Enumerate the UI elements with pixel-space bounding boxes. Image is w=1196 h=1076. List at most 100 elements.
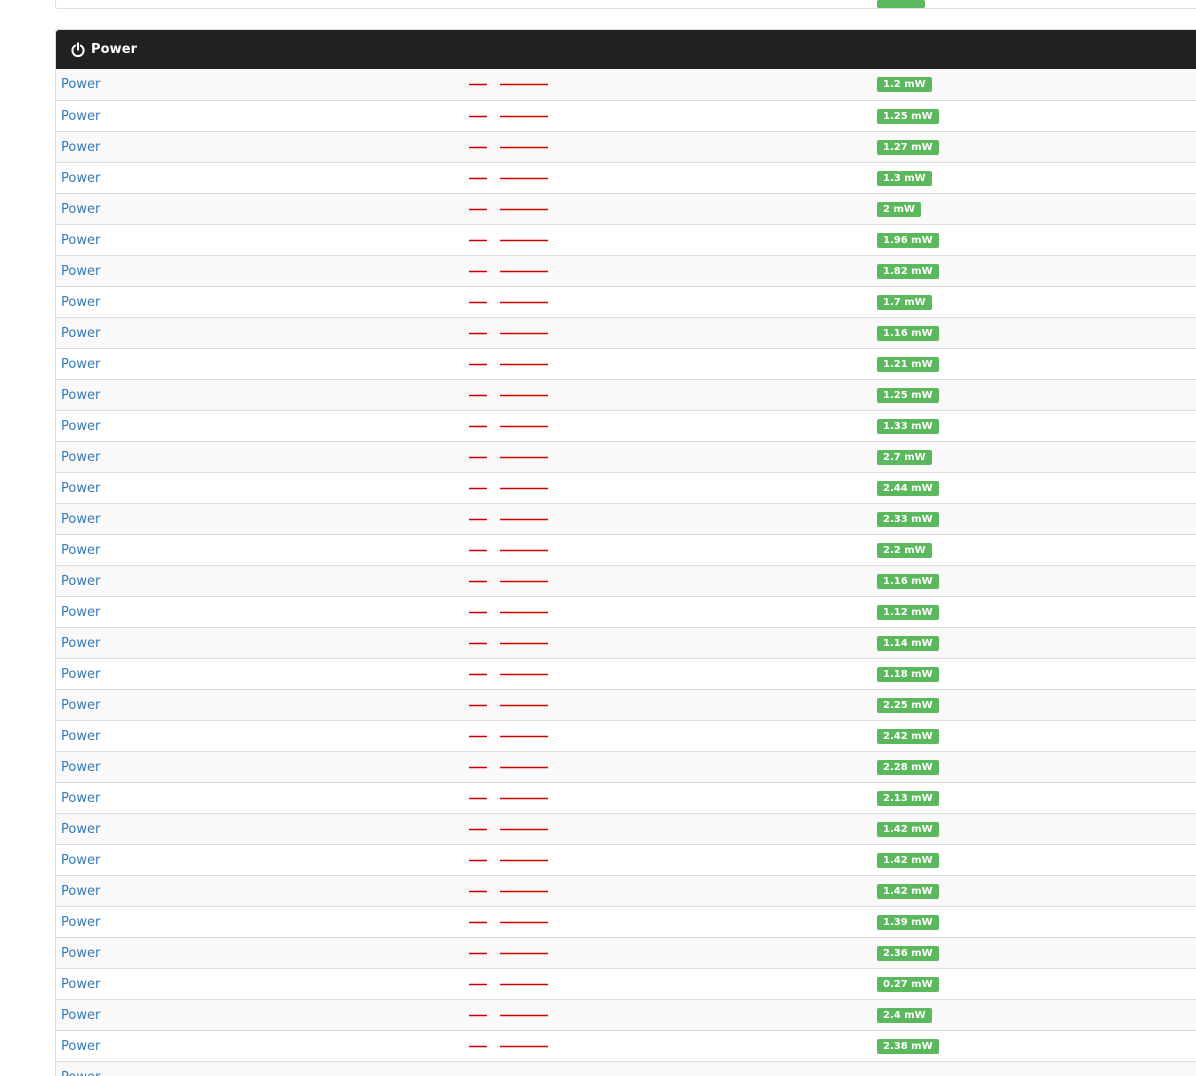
sparkline	[469, 270, 548, 273]
sensor-link[interactable]: Power	[61, 132, 100, 163]
sensor-link[interactable]: Power	[61, 287, 100, 318]
sensor-link[interactable]: Power	[61, 659, 100, 690]
sensor-link[interactable]: Power	[61, 504, 100, 535]
sensor-row: Power 1.3 mW	[56, 162, 1196, 193]
sparkline	[469, 580, 548, 583]
sensor-link[interactable]: Power	[61, 566, 100, 597]
sparkline	[469, 518, 548, 521]
sensor-link[interactable]: Power	[61, 225, 100, 256]
sensor-row: Power	[56, 1061, 1196, 1076]
sparkline	[469, 921, 548, 924]
sensor-link[interactable]: Power	[61, 69, 100, 100]
sparkline	[469, 115, 548, 118]
sensor-link[interactable]: Power	[61, 442, 100, 473]
sensor-link[interactable]: Power	[61, 535, 100, 566]
sensor-link[interactable]: Power	[61, 101, 100, 132]
value-badge: 1.33 mW	[877, 419, 939, 434]
sensor-link[interactable]: Power	[61, 1031, 100, 1062]
sparkline	[469, 611, 548, 614]
value-badge: 1.42 mW	[877, 822, 939, 837]
value-badge: 1.3 mW	[877, 171, 932, 186]
value-badge: 1.27 mW	[877, 140, 939, 155]
sparkline	[469, 549, 548, 552]
sensor-link[interactable]: Power	[61, 752, 100, 783]
sensor-row: Power 2.44 mW	[56, 472, 1196, 503]
sensor-link[interactable]: Power	[61, 1062, 100, 1076]
sensor-row: Power 2.28 mW	[56, 751, 1196, 782]
panel-title: Power	[91, 42, 138, 57]
sparkline	[469, 146, 548, 149]
sensor-link[interactable]: Power	[61, 256, 100, 287]
sensor-row: Power 1.21 mW	[56, 348, 1196, 379]
sensor-row: Power 1.82 mW	[56, 255, 1196, 286]
sensor-link[interactable]: Power	[61, 845, 100, 876]
value-badge: 2.36 mW	[877, 946, 939, 961]
sparkline	[469, 1045, 548, 1048]
sensor-link[interactable]: Power	[61, 907, 100, 938]
sensor-link[interactable]: Power	[61, 628, 100, 659]
sensor-row: Power 2.4 mW	[56, 999, 1196, 1030]
value-badge: 1.42 mW	[877, 884, 939, 899]
sensor-row: Power 1.25 mW	[56, 379, 1196, 410]
value-badge: 1.7 mW	[877, 295, 932, 310]
sensor-link[interactable]: Power	[61, 721, 100, 752]
power-panel: Power Power 1.2 mW Power 1.25 mW Power 1.27 m…	[55, 29, 1196, 1076]
page: Power Power 1.2 mW Power 1.25 mW Power 1.27 m…	[0, 0, 1196, 1076]
sensor-row: Power 1.7 mW	[56, 286, 1196, 317]
sensor-link[interactable]: Power	[61, 1000, 100, 1031]
sensor-row: Power 1.42 mW	[56, 875, 1196, 906]
value-badge: 1.42 mW	[877, 853, 939, 868]
sparkline	[469, 208, 548, 211]
value-badge: 2.2 mW	[877, 543, 932, 558]
sensor-row: Power 2 mW	[56, 193, 1196, 224]
sensor-row: Power 1.18 mW	[56, 658, 1196, 689]
sparkline	[469, 456, 548, 459]
sparkline	[469, 425, 548, 428]
sensor-link[interactable]: Power	[61, 349, 100, 380]
sensor-link[interactable]: Power	[61, 597, 100, 628]
sensor-link[interactable]: Power	[61, 473, 100, 504]
sensor-link[interactable]: Power	[61, 814, 100, 845]
sparkline	[469, 332, 548, 335]
sensor-link[interactable]: Power	[61, 783, 100, 814]
sparkline	[469, 177, 548, 180]
sensor-link[interactable]: Power	[61, 690, 100, 721]
sensor-row: Power 1.16 mW	[56, 317, 1196, 348]
sparkline	[469, 363, 548, 366]
sensor-row: Power 2.33 mW	[56, 503, 1196, 534]
value-badge: 2.38 mW	[877, 1039, 939, 1054]
sensor-row: Power 2.36 mW	[56, 937, 1196, 968]
sensor-link[interactable]: Power	[61, 969, 100, 1000]
sensor-link[interactable]: Power	[61, 876, 100, 907]
sensor-row: Power 2.38 mW	[56, 1030, 1196, 1061]
sensor-row: Power 0.27 mW	[56, 968, 1196, 999]
value-badge: 2.44 mW	[877, 481, 939, 496]
value-badge: 1.2 mW	[877, 77, 932, 92]
sparkline	[469, 394, 548, 397]
sensor-link[interactable]: Power	[61, 194, 100, 225]
sensor-row: Power 2.7 mW	[56, 441, 1196, 472]
previous-status-badge	[877, 0, 925, 8]
sparkline	[469, 301, 548, 304]
sensor-list: Power 1.2 mW Power 1.25 mW Power 1.27 mW Power…	[56, 69, 1196, 1076]
sensor-link[interactable]: Power	[61, 411, 100, 442]
sparkline	[469, 766, 548, 769]
sensor-link[interactable]: Power	[61, 163, 100, 194]
sparkline	[469, 890, 548, 893]
value-badge: 1.39 mW	[877, 915, 939, 930]
sensor-link[interactable]: Power	[61, 380, 100, 411]
sensor-row: Power 1.33 mW	[56, 410, 1196, 441]
value-badge: 1.82 mW	[877, 264, 939, 279]
value-badge: 0.27 mW	[877, 977, 939, 992]
sensor-row: Power 1.14 mW	[56, 627, 1196, 658]
sparkline	[469, 673, 548, 676]
value-badge: 2.13 mW	[877, 791, 939, 806]
sensor-row: Power 1.39 mW	[56, 906, 1196, 937]
sensor-row: Power 2.25 mW	[56, 689, 1196, 720]
sensor-row: Power 1.12 mW	[56, 596, 1196, 627]
sensor-link[interactable]: Power	[61, 318, 100, 349]
sensor-row: Power 1.42 mW	[56, 844, 1196, 875]
sensor-row: Power 1.96 mW	[56, 224, 1196, 255]
sparkline	[469, 983, 548, 986]
sensor-link[interactable]: Power	[61, 938, 100, 969]
